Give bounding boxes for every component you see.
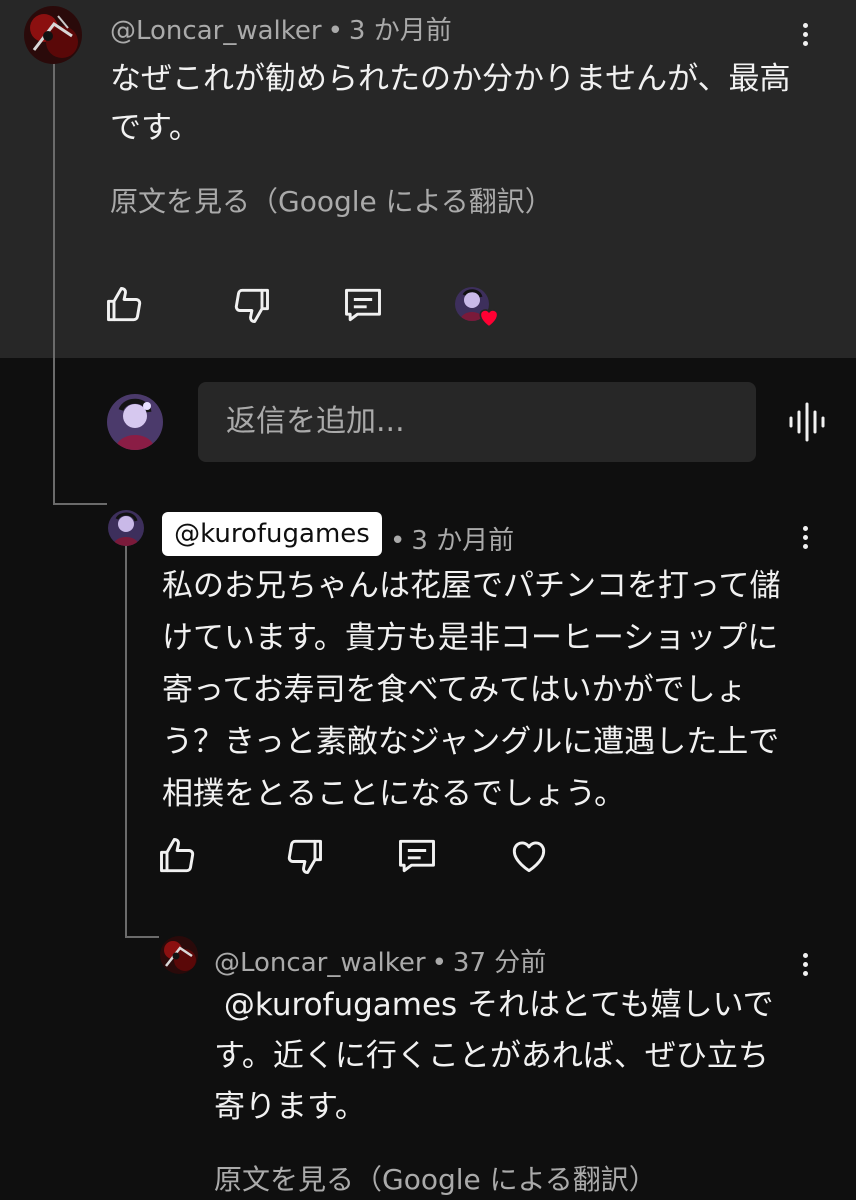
my-avatar bbox=[107, 394, 163, 450]
comment-meta: @Loncar_walker • 3 か月前 bbox=[110, 10, 452, 47]
thumb-down-icon bbox=[287, 839, 322, 874]
more-vert-icon[interactable] bbox=[790, 942, 820, 986]
avatar[interactable] bbox=[108, 510, 144, 546]
see-original-link[interactable]: 原文を見る（Google による翻訳） bbox=[110, 180, 553, 220]
comment-meta: @Loncar_walker • 37 分前 bbox=[214, 942, 546, 979]
separator: • bbox=[431, 948, 447, 978]
voice-search-icon[interactable] bbox=[785, 400, 829, 444]
comment-icon bbox=[345, 288, 381, 322]
heart-icon bbox=[512, 841, 546, 873]
separator: • bbox=[327, 16, 343, 46]
author-name[interactable]: @Loncar_walker bbox=[214, 948, 426, 978]
see-original-link[interactable]: 原文を見る（Google による翻訳） bbox=[214, 1158, 657, 1198]
like-button[interactable] bbox=[156, 834, 200, 878]
author-name[interactable]: @Loncar_walker bbox=[110, 16, 322, 46]
reply-input[interactable]: 返信を追加... bbox=[198, 382, 756, 462]
thumb-down-icon bbox=[234, 288, 269, 323]
thumb-up-icon bbox=[160, 838, 195, 873]
thread-line bbox=[125, 546, 127, 938]
heart-icon bbox=[476, 304, 502, 330]
comment-icon bbox=[399, 839, 435, 873]
reply-button[interactable] bbox=[395, 834, 439, 878]
timestamp[interactable]: 3 か月前 bbox=[349, 16, 452, 46]
thread-line-branch bbox=[125, 936, 159, 938]
comment-meta: • 3 か月前 bbox=[390, 520, 514, 557]
dislike-button[interactable] bbox=[282, 834, 326, 878]
separator: • bbox=[390, 526, 406, 556]
avatar[interactable] bbox=[24, 6, 82, 64]
thumb-up-icon bbox=[107, 287, 142, 322]
avatar[interactable] bbox=[160, 936, 198, 974]
creator-name-chip[interactable]: @kurofugames bbox=[162, 512, 382, 556]
reply-button[interactable] bbox=[341, 283, 385, 327]
more-vert-icon[interactable] bbox=[790, 12, 820, 56]
heart-button[interactable] bbox=[507, 834, 551, 878]
comment-text: 私のお兄ちゃんは花屋でパチンコを打って儲けています。貴方も是非コーヒーショップに… bbox=[162, 568, 781, 812]
like-button[interactable] bbox=[103, 283, 147, 327]
thread-line-branch bbox=[53, 503, 107, 505]
thread-line bbox=[53, 58, 55, 505]
timestamp[interactable]: 3 か月前 bbox=[411, 526, 514, 556]
more-vert-icon[interactable] bbox=[790, 515, 820, 559]
timestamp[interactable]: 37 分前 bbox=[453, 948, 546, 978]
comment-text: @kurofugames それはとても嬉しいです。近くに行くことがあれば、ぜひ立… bbox=[214, 987, 774, 1125]
dislike-button[interactable] bbox=[229, 283, 273, 327]
comment-text: なぜこれが勧められたのか分かりませんが、最高です。 bbox=[110, 61, 791, 146]
